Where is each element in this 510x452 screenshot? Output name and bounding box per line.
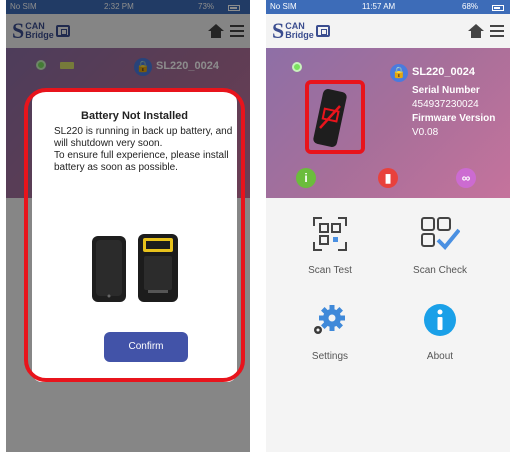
logo-frame-icon <box>315 25 330 37</box>
serial-number-value: 454937230024 <box>412 99 479 110</box>
device-name: SL220_0024 <box>412 66 475 78</box>
hamburger-menu-icon[interactable] <box>490 25 504 37</box>
clock-text: 11:57 AM <box>362 2 396 11</box>
about-label: About <box>426 351 454 362</box>
carrier-text: No SIM <box>270 2 297 11</box>
battery-percent: 68% <box>462 2 479 11</box>
scan-check-tile[interactable]: Scan Check <box>390 216 490 276</box>
home-icon[interactable] <box>468 24 484 38</box>
connection-status-dot <box>292 62 302 72</box>
highlight-device-frame <box>305 80 365 154</box>
serial-number-label: Serial Number <box>412 85 480 96</box>
about-tile[interactable]: About <box>390 302 490 362</box>
scan-test-label: Scan Test <box>308 265 352 276</box>
scan-test-tile[interactable]: Scan Test <box>280 216 380 276</box>
lock-icon: 🔒 <box>390 64 408 82</box>
settings-label: Settings <box>311 351 349 362</box>
firmware-version-value: V0.08 <box>412 127 439 138</box>
menu-area: Scan Test Scan Check Settings About <box>266 198 510 452</box>
app-header: S CAN Bridge <box>266 14 510 48</box>
phone-screen-home: No SIM 11:57 AM 68% S CAN Bridge 🔒 SL220_… <box>266 0 510 452</box>
settings-gear-icon <box>314 305 345 334</box>
scanbridge-logo[interactable]: S CAN Bridge <box>272 18 330 43</box>
link-icon[interactable]: ∞ <box>456 168 476 188</box>
settings-tile[interactable]: Settings <box>280 302 380 362</box>
about-info-icon <box>424 304 456 336</box>
info-icon[interactable]: i <box>296 168 316 188</box>
status-bar: No SIM 11:57 AM 68% <box>266 0 510 14</box>
scan-check-label: Scan Check <box>413 265 467 276</box>
scan-test-icon <box>313 217 347 251</box>
device-panel: 🔒 SL220_0024 Serial Number 454937230024 … <box>266 48 510 198</box>
scan-check-icon <box>421 217 461 250</box>
device-battery-icon[interactable]: ▮ <box>378 168 398 188</box>
firmware-version-label: Firmware Version <box>412 113 496 124</box>
highlight-dialog-frame <box>24 88 245 382</box>
